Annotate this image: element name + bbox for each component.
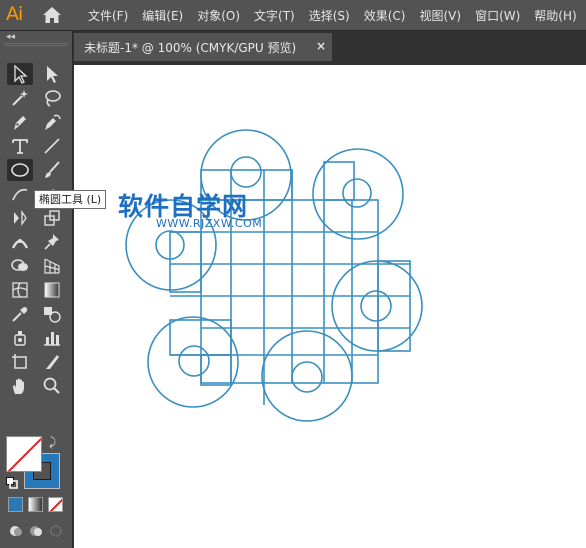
shape-builder-tool[interactable]: [7, 255, 33, 277]
perspective-grid-icon: [44, 258, 60, 274]
shaper-tool[interactable]: [7, 183, 33, 205]
panel-grip[interactable]: [4, 43, 68, 46]
pushpin-icon: [44, 234, 59, 250]
color-mode-button[interactable]: [8, 497, 23, 512]
hand-tool[interactable]: [7, 375, 33, 397]
pen-icon: [14, 116, 26, 130]
close-icon[interactable]: ×: [316, 39, 326, 53]
selection-tool[interactable]: [7, 63, 33, 85]
pen-tool[interactable]: [7, 111, 33, 133]
width-icon: [11, 239, 29, 249]
draw-inside-icon: [50, 525, 62, 537]
slice-knife-icon: [46, 355, 59, 369]
menu-bar: Ai 文件(F) 编辑(E) 对象(O) 文字(T) 选择(S) 效果(C) 视…: [0, 0, 586, 31]
none-slash-icon: [49, 498, 62, 511]
watermark-url: WWW.RJZXW.COM: [156, 217, 263, 230]
puppet-warp-tool[interactable]: [39, 231, 65, 253]
menu-type[interactable]: 文字(T): [254, 7, 295, 24]
draw-behind-button[interactable]: [28, 523, 44, 539]
ellipse-tool[interactable]: [7, 159, 33, 181]
app-logo: Ai: [6, 3, 23, 25]
default-colors-icon[interactable]: [6, 477, 18, 489]
eyedropper-tool[interactable]: [7, 303, 33, 325]
none-mode-button[interactable]: [48, 497, 63, 512]
blend-icon: [44, 307, 61, 323]
slice-tool[interactable]: [39, 351, 65, 373]
symbol-sprayer-tool[interactable]: [7, 327, 33, 349]
scale-icon: [44, 210, 60, 226]
paintbrush-icon: [45, 161, 60, 178]
magic-wand-tool[interactable]: [7, 87, 33, 109]
gradient-tool[interactable]: [39, 279, 65, 301]
gradient-icon: [44, 282, 60, 298]
shaper-icon: [12, 188, 28, 201]
rotate-tool[interactable]: [7, 207, 33, 229]
artboard-tool[interactable]: [7, 351, 33, 373]
lasso-tool[interactable]: [39, 87, 65, 109]
line-segment-icon: [44, 138, 60, 154]
perspective-grid-tool[interactable]: [39, 255, 65, 277]
draw-behind-icon: [30, 526, 42, 536]
chinese-knot-artwork[interactable]: [74, 65, 586, 548]
watermark: 软件自学网 WWW.RJZXW.COM: [118, 187, 262, 230]
swap-fill-stroke-icon[interactable]: ⤸: [49, 435, 56, 450]
tools-panel: ◂◂ ⤸: [0, 31, 73, 548]
shape-builder-icon: [11, 259, 28, 271]
menu-edit[interactable]: 编辑(E): [142, 7, 183, 24]
selection-arrow-icon: [14, 64, 28, 84]
menu-help[interactable]: 帮助(H): [534, 7, 576, 24]
draw-inside-button[interactable]: [48, 523, 64, 539]
width-tool[interactable]: [7, 231, 33, 253]
document-tab-title: 未标题-1* @ 100% (CMYK/GPU 预览): [84, 40, 297, 55]
type-icon: [12, 139, 28, 154]
gradient-mode-button[interactable]: [28, 497, 43, 512]
scale-tool[interactable]: [39, 207, 65, 229]
column-graph-icon: [44, 332, 60, 346]
paintbrush-tool[interactable]: [39, 159, 65, 181]
tool-tooltip: 椭圆工具 (L): [34, 190, 107, 209]
direct-selection-tool[interactable]: [39, 63, 65, 85]
lasso-icon: [45, 90, 61, 107]
zoom-icon: [43, 377, 60, 394]
panel-collapse-button[interactable]: ◂◂: [6, 32, 15, 42]
menu-file[interactable]: 文件(F): [88, 7, 128, 24]
blend-tool[interactable]: [39, 303, 65, 325]
type-tool[interactable]: [7, 135, 33, 157]
artboard-canvas[interactable]: [74, 65, 586, 548]
home-icon[interactable]: [42, 6, 62, 24]
menu-window[interactable]: 窗口(W): [475, 7, 520, 24]
magic-wand-icon: [12, 90, 28, 106]
menu-items: 文件(F) 编辑(E) 对象(O) 文字(T) 选择(S) 效果(C) 视图(V…: [88, 0, 586, 31]
menu-select[interactable]: 选择(S): [309, 7, 350, 24]
menu-view[interactable]: 视图(V): [419, 7, 461, 24]
draw-normal-icon: [10, 526, 22, 536]
artboard-icon: [12, 354, 27, 369]
rotate-icon: [14, 209, 27, 227]
hand-icon: [13, 378, 24, 394]
fill-color-swatch[interactable]: [6, 436, 42, 472]
menu-object[interactable]: 对象(O): [197, 7, 240, 24]
document-tab[interactable]: 未标题-1* @ 100% (CMYK/GPU 预览) ×: [74, 33, 332, 61]
line-segment-tool[interactable]: [39, 135, 65, 157]
direct-selection-icon: [47, 66, 58, 83]
none-slash-icon: [7, 437, 41, 471]
mesh-tool[interactable]: [7, 279, 33, 301]
symbol-sprayer-icon: [14, 331, 26, 346]
menu-effect[interactable]: 效果(C): [364, 7, 406, 24]
ellipse-icon: [11, 163, 29, 177]
zoom-tool[interactable]: [39, 375, 65, 397]
curvature-pen-icon: [45, 114, 61, 130]
draw-normal-button[interactable]: [8, 523, 24, 539]
document-tab-bar: 未标题-1* @ 100% (CMYK/GPU 预览) ×: [74, 31, 586, 61]
eyedropper-icon: [12, 307, 28, 322]
column-graph-tool[interactable]: [39, 327, 65, 349]
curvature-tool[interactable]: [39, 111, 65, 133]
mesh-icon: [12, 282, 28, 298]
